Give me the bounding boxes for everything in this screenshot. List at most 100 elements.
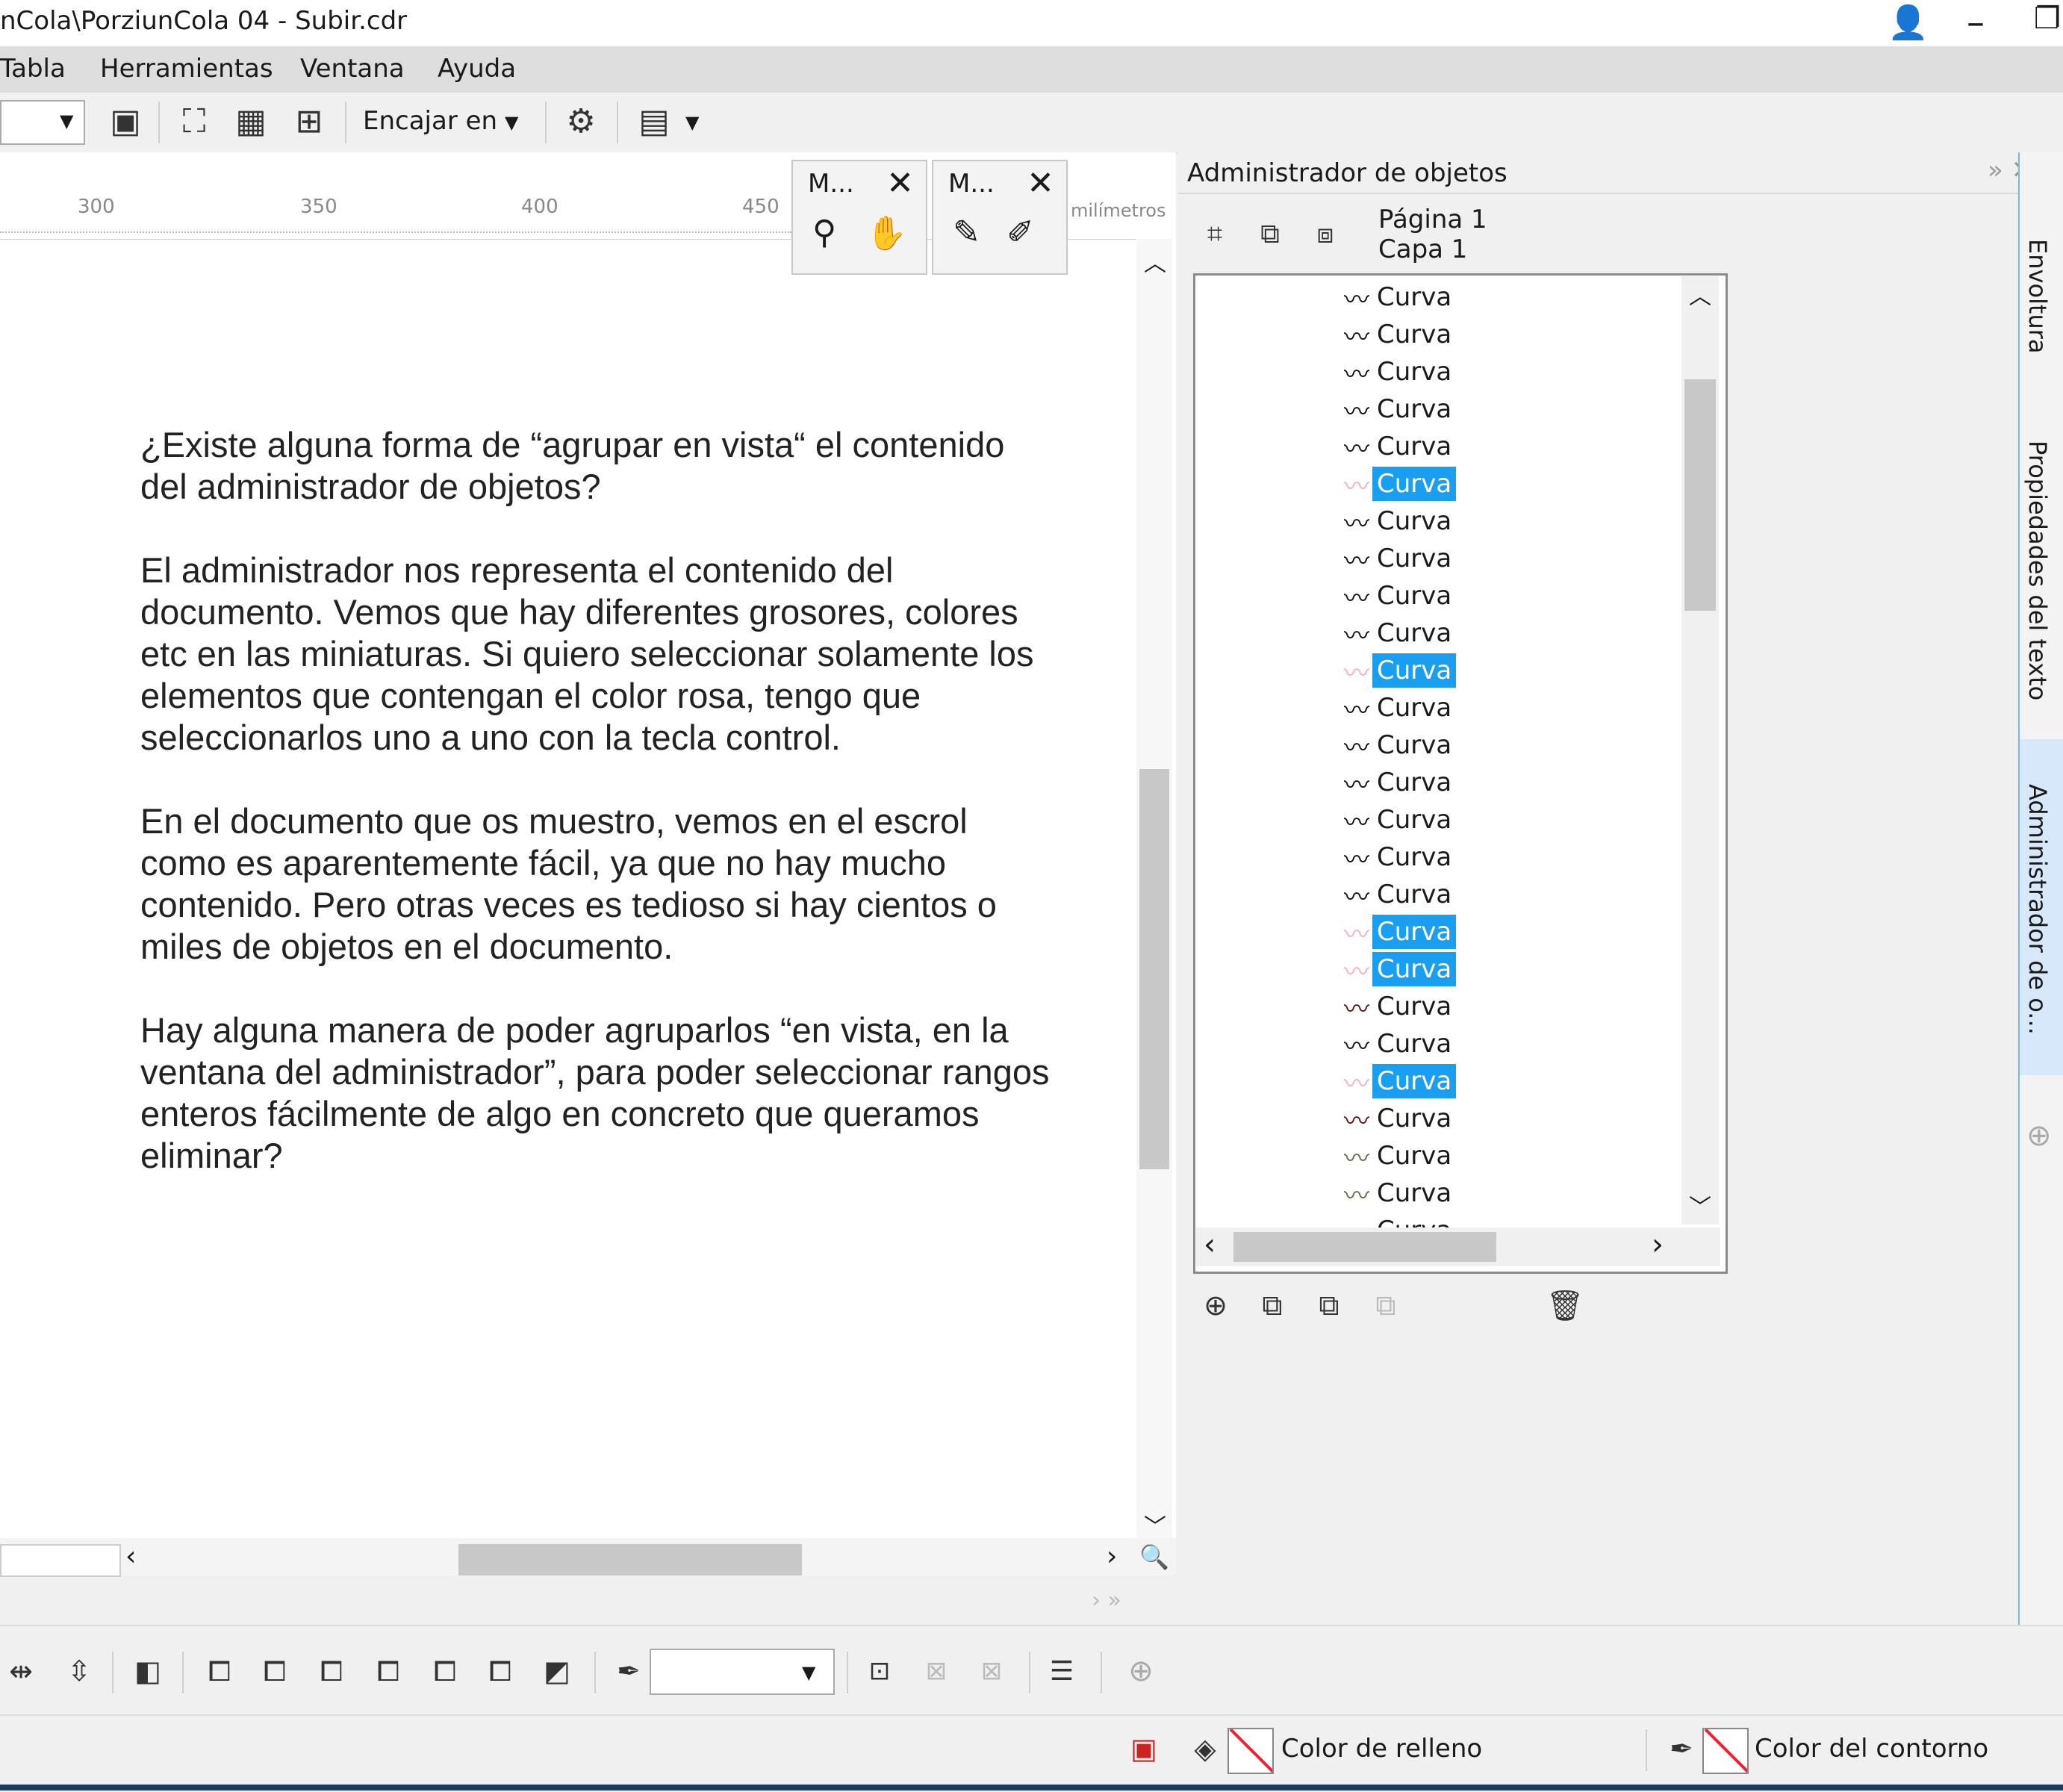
restore-button[interactable]: ❐ — [2034, 1, 2061, 36]
tree-row-curve[interactable]: 〰Curva — [1341, 691, 1456, 726]
hand-pan-icon[interactable]: ✋ — [866, 214, 907, 252]
mirror-horizontal-icon[interactable]: ⇹ — [0, 1649, 42, 1693]
scroll-left-icon[interactable]: ‹ — [1204, 1228, 1216, 1262]
mirror-vertical-icon[interactable]: ⇳ — [58, 1649, 100, 1693]
menu-tabla[interactable]: Tabla — [0, 54, 66, 84]
tree-row-curve[interactable]: 〰Curva — [1341, 541, 1456, 576]
tree-horizontal-scroll-thumb[interactable] — [1233, 1232, 1496, 1262]
boundary-icon[interactable]: ◩ — [536, 1649, 578, 1693]
scroll-right-icon[interactable]: › — [1652, 1228, 1664, 1262]
tab-envoltura[interactable]: Envoltura — [2023, 239, 2052, 354]
grid-icon[interactable]: ▦ — [228, 99, 273, 143]
close-icon[interactable]: ✕ — [1027, 164, 1054, 202]
add-docker-icon[interactable]: ⊕ — [2026, 1119, 2052, 1153]
simplify-icon[interactable]: ⧠ — [367, 1649, 409, 1693]
fill-color-swatch[interactable] — [1227, 1728, 1274, 1774]
tree-row-label: Curva — [1377, 394, 1452, 424]
align-distribute-icon[interactable]: ☰ — [1041, 1649, 1083, 1693]
chevron-right-icon[interactable]: › » — [1092, 1587, 1121, 1614]
add-icon[interactable]: ⊕ — [1120, 1649, 1162, 1693]
chevron-down-icon[interactable]: ▼ — [802, 1662, 815, 1683]
tree-vertical-scroll-thumb[interactable] — [1684, 379, 1716, 611]
menu-herramientas[interactable]: Herramientas — [100, 54, 273, 84]
front-minus-back-icon[interactable]: ⧠ — [424, 1649, 466, 1693]
canvas-vertical-scroll-thumb[interactable] — [1139, 769, 1169, 1169]
new-master-layer-even-icon[interactable]: ⧉ — [1308, 1283, 1350, 1328]
eyedropper-icon[interactable]: ✎ — [953, 214, 980, 252]
pen-nib-icon[interactable]: ✒ — [608, 1649, 650, 1693]
order-icon[interactable]: ◧ — [127, 1649, 169, 1693]
trim-icon[interactable]: ⧠ — [254, 1649, 296, 1693]
tab-propiedades-texto[interactable]: Propiedades del texto — [2023, 441, 2052, 700]
tree-row-curve[interactable]: 〰Curva — [1341, 803, 1456, 838]
new-layer-icon[interactable]: ⊕ — [1195, 1283, 1236, 1328]
tree-row-curve[interactable]: 〰Curva — [1341, 280, 1456, 315]
scroll-right-icon[interactable]: › — [1107, 1541, 1117, 1572]
scroll-left-icon[interactable]: ‹ — [125, 1541, 136, 1572]
break-apart-icon[interactable]: ⊠ — [971, 1649, 1012, 1693]
tree-row-curve[interactable]: 〰Curva — [1341, 579, 1456, 614]
minimize-button[interactable]: – — [1967, 1, 1985, 43]
full-screen-icon[interactable]: ▣ — [105, 99, 146, 143]
scroll-up-icon[interactable]: ︿ — [1144, 245, 1166, 278]
color-proof-icon[interactable]: ▣ — [1121, 1726, 1166, 1771]
tree-row-curve[interactable]: 〰Curva — [1341, 1139, 1456, 1174]
back-minus-front-icon[interactable]: ⧠ — [479, 1649, 521, 1693]
scroll-down-icon[interactable]: ﹀ — [1144, 1508, 1166, 1541]
new-master-layer-icon[interactable]: ⧉ — [1251, 1283, 1293, 1328]
magnifier-icon[interactable]: ⚲ — [812, 214, 836, 252]
tree-row-curve[interactable]: 〰Curva — [1341, 392, 1456, 427]
layer-options-icon[interactable]: ⌗ — [1195, 212, 1235, 257]
guidelines-icon[interactable]: ⊞ — [287, 99, 332, 143]
curve-thumbnail-icon: 〰 — [1344, 695, 1369, 726]
tree-row-curve[interactable]: 〰Curva — [1341, 504, 1456, 539]
tree-row-curve[interactable]: 〰Curva — [1341, 765, 1456, 800]
chevron-down-icon[interactable]: ▼ — [505, 112, 518, 133]
weld-icon[interactable]: ⧠ — [199, 1649, 240, 1693]
tree-row-curve[interactable]: 〰Curva — [1341, 1101, 1456, 1136]
gear-icon[interactable]: ⚙ — [558, 99, 603, 143]
object-tree[interactable]: 〰 Curva 〰 Curva 〰 Curva 〰 Curva 〰 Curva 〰 Curva 〰 Cur… — [1193, 273, 1728, 1274]
scroll-down-icon[interactable]: ﹀ — [1689, 1189, 1711, 1222]
outline-color-swatch[interactable] — [1702, 1728, 1749, 1774]
tree-row-curve[interactable]: 〰Curva — [1341, 915, 1457, 950]
tree-row-curve[interactable]: 〰Curva — [1341, 317, 1456, 352]
tree-row-curve[interactable]: 〰Curva — [1341, 616, 1456, 651]
fill-bucket-icon[interactable]: ◈ — [1183, 1726, 1227, 1771]
attributes-eyedropper-icon[interactable]: ✐ — [1006, 214, 1034, 252]
chevron-down-icon[interactable]: ▼ — [685, 112, 699, 133]
new-master-layer-odd-icon[interactable]: ⧉ — [1365, 1283, 1407, 1328]
tree-row-curve[interactable]: 〰Curva — [1341, 355, 1456, 390]
close-icon[interactable]: ✕ — [886, 164, 914, 202]
tree-row-curve[interactable]: 〰Curva — [1341, 877, 1456, 912]
intersect-icon[interactable]: ⧠ — [311, 1649, 352, 1693]
show-object-properties-icon[interactable]: ⧉ — [1250, 212, 1290, 257]
pen-nib-icon[interactable]: ✒ — [1659, 1726, 1704, 1771]
tree-row-curve[interactable]: 〰Curva — [1341, 1027, 1456, 1062]
canvas-horizontal-scroll-thumb[interactable] — [458, 1544, 802, 1575]
tree-row-curve[interactable]: 〰Curva — [1341, 429, 1456, 464]
snap-to-dropdown[interactable]: Encajar en — [363, 106, 497, 136]
trash-icon[interactable]: 🗑 — [1544, 1283, 1586, 1328]
rulers-icon[interactable]: ⛶ — [172, 99, 217, 143]
align-center-icon[interactable]: ⊡ — [859, 1649, 900, 1693]
combine-icon[interactable]: ⊠ — [915, 1649, 957, 1693]
menu-ayuda[interactable]: Ayuda — [438, 54, 516, 84]
user-icon[interactable]: 👤 — [1888, 3, 1929, 42]
page-navigator[interactable] — [0, 1544, 121, 1577]
tree-row-curve[interactable]: 〰Curva — [1341, 989, 1456, 1024]
tree-row-curve[interactable]: 〰Curva — [1341, 1064, 1457, 1099]
tree-row-curve[interactable]: 〰Curva — [1341, 728, 1456, 763]
tree-row-curve[interactable]: 〰Curva — [1341, 840, 1456, 875]
tab-administrador-objetos[interactable]: Administrador de o... — [2023, 784, 2052, 1035]
menu-ventana[interactable]: Ventana — [300, 54, 405, 84]
chevron-down-icon[interactable]: ▼ — [60, 111, 73, 131]
zoom-icon[interactable]: 🔍 — [1139, 1543, 1169, 1571]
tree-row-curve[interactable]: 〰Curva — [1341, 467, 1457, 502]
tree-row-curve[interactable]: 〰Curva — [1341, 952, 1457, 987]
options-icon[interactable]: ▤ — [632, 99, 676, 143]
tree-row-curve[interactable]: 〰Curva — [1341, 653, 1457, 688]
edit-across-layers-icon[interactable]: ⧈ — [1305, 212, 1345, 257]
scroll-up-icon[interactable]: ︿ — [1689, 278, 1711, 311]
tree-row-curve[interactable]: 〰Curva — [1341, 1176, 1456, 1211]
